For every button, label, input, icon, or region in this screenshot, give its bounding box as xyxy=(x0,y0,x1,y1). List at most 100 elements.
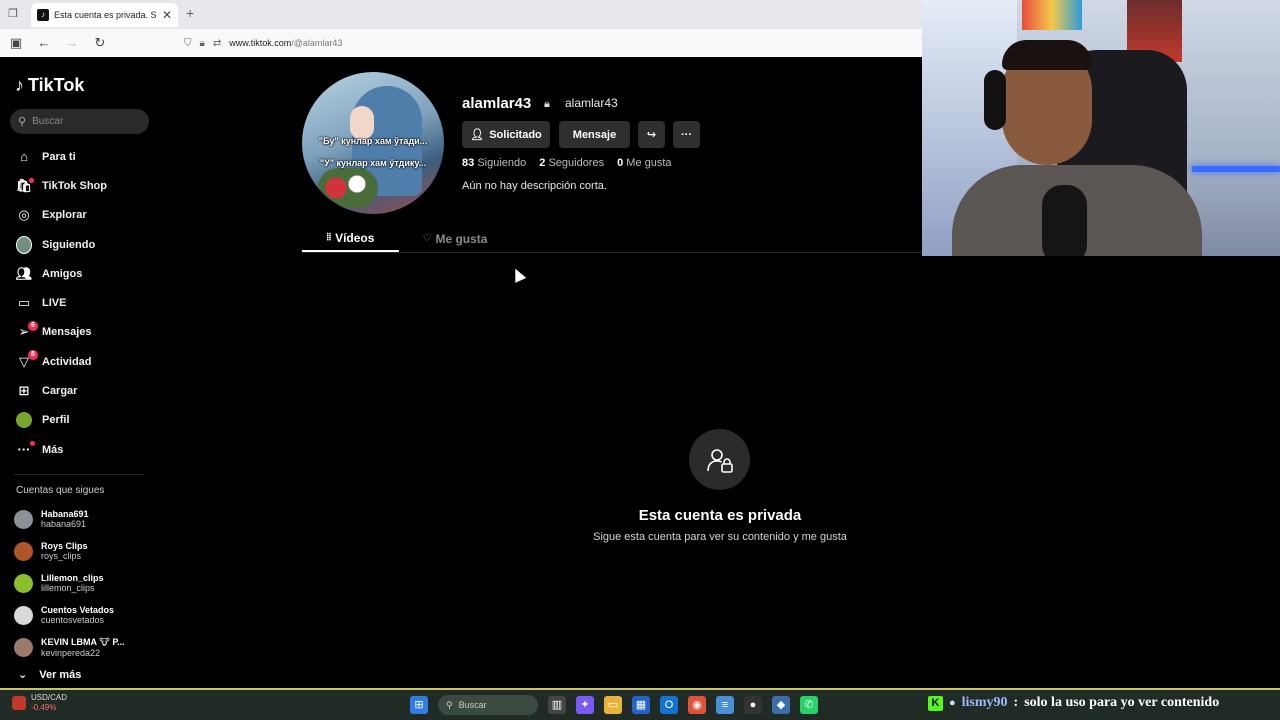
close-icon[interactable]: ✕ xyxy=(162,8,172,22)
file-explorer-icon[interactable]: ▭ xyxy=(604,696,622,714)
user-check-icon: 👤︎ xyxy=(470,129,485,141)
search-input[interactable] xyxy=(32,116,133,127)
sidebar-item-para-ti[interactable]: ⌂ Para ti xyxy=(0,142,160,171)
task-view-icon[interactable]: ▥ xyxy=(548,696,566,714)
url-text[interactable]: www.tiktok.com/@alamlar43 xyxy=(229,38,342,48)
sidebar-item-amigos[interactable]: 👥︎ Amigos xyxy=(0,259,160,288)
requested-label: Solicitado xyxy=(489,128,542,141)
taskbar-search[interactable]: ⚲ Buscar xyxy=(438,695,538,715)
forward-icon[interactable]: → xyxy=(60,31,84,55)
obs-icon[interactable]: ● xyxy=(744,696,762,714)
tab-videos[interactable]: ⦙⦙ Vídeos xyxy=(302,225,399,252)
tiktok-logo[interactable]: ♪ TikTok xyxy=(15,75,84,96)
compass-icon: ◎ xyxy=(18,207,30,223)
messages-badge: 6 xyxy=(28,320,38,331)
permissions-icon[interactable]: ⇄ xyxy=(213,38,221,49)
profile-username: alamlar43 xyxy=(462,95,532,112)
requested-button[interactable]: 👤︎ Solicitado xyxy=(462,121,550,148)
shield-icon[interactable]: ⛉ xyxy=(184,38,192,49)
back-icon[interactable]: ← xyxy=(32,31,56,55)
see-more-button[interactable]: ⌄ Ver más xyxy=(18,668,81,682)
notepad-icon[interactable]: ≡ xyxy=(716,696,734,714)
lock-icon[interactable]: 🔒︎ xyxy=(200,38,205,49)
copilot-icon[interactable]: ✦ xyxy=(576,696,594,714)
logo-text: TikTok xyxy=(28,75,85,95)
following-account[interactable]: Lillemon_clips lillemon_clips xyxy=(14,567,154,599)
profile-avatar[interactable]: "Бу" кунлар хам ўтади... "У" кунлар хам … xyxy=(302,72,444,214)
sidebar-item-label: Mensajes xyxy=(42,326,92,339)
sidebar-item-mas[interactable]: ··· Más xyxy=(0,435,160,464)
taskbar-search-label: Buscar xyxy=(458,700,487,710)
sidebar-item-label: TikTok Shop xyxy=(42,179,107,192)
avatar xyxy=(14,573,33,593)
account-name: Habana691 xyxy=(41,509,89,519)
sidebar-item-label: Más xyxy=(42,443,64,456)
reload-icon[interactable]: ↻ xyxy=(88,31,112,55)
tiktok-note-icon: ♪ xyxy=(15,75,24,95)
heart-lock-icon: ♡ xyxy=(422,233,432,244)
stat-followers[interactable]: 2 Seguidores xyxy=(539,157,604,169)
whatsapp-icon[interactable]: ✆ xyxy=(800,696,818,714)
mouse-cursor xyxy=(509,266,527,283)
sidebar-item-label: Para ti xyxy=(42,150,76,163)
search-box[interactable]: ⚲ xyxy=(10,109,149,134)
chat-username: lismy90 xyxy=(961,695,1008,710)
profile-bio: Aún no hay descripción corta. xyxy=(462,180,607,192)
sidebar-item-live[interactable]: ▭ LIVE xyxy=(0,288,160,317)
sidebar-item-mensajes[interactable]: ➢ 6 Mensajes xyxy=(0,318,160,347)
tab-overview-icon[interactable]: ❐ xyxy=(6,7,20,21)
sidebar-toggle-icon[interactable]: ▣ xyxy=(4,31,28,55)
new-tab-icon[interactable]: + xyxy=(186,5,194,21)
sidebar-item-siguiendo[interactable]: Siguiendo xyxy=(0,230,160,259)
more-options-button[interactable]: ··· xyxy=(673,121,700,148)
firefox-icon[interactable]: ◉ xyxy=(688,696,706,714)
more-icon: ··· xyxy=(681,128,692,141)
profile-tabs: ⦙⦙ Vídeos ♡ Me gusta xyxy=(302,225,922,253)
sidebar-divider xyxy=(14,474,144,475)
store-icon[interactable]: ▦ xyxy=(632,696,650,714)
address-bar[interactable]: ⛉ 🔒︎ ⇄ www.tiktok.com/@alamlar43 xyxy=(178,32,918,54)
following-section-title: Cuentas que sigues xyxy=(16,485,105,496)
sidebar-item-label: Siguiendo xyxy=(42,238,96,251)
stat-following[interactable]: 83 Siguiendo xyxy=(462,157,526,169)
tab-likes[interactable]: ♡ Me gusta xyxy=(412,225,498,252)
browser-tab[interactable]: ♪ Esta cuenta es privada. Sigue e: ✕ xyxy=(31,3,178,27)
stat-likes: 0 Me gusta xyxy=(617,157,672,169)
following-account[interactable]: Roys Clips roys_clips xyxy=(14,535,154,567)
stock-widget[interactable]: USD/CAD -0.49% xyxy=(12,693,67,713)
avatar xyxy=(14,509,33,529)
webcam-overlay xyxy=(922,0,1280,256)
webcam-microphone xyxy=(1042,185,1087,256)
account-handle: lillemon_clips xyxy=(41,583,95,593)
tiktok-sidebar: ♪ TikTok ⚲ ⌂ Para ti 🛍︎ TikTok Shop ◎ Ex… xyxy=(0,57,160,690)
app-icon[interactable]: ◆ xyxy=(772,696,790,714)
webcam-led-strip xyxy=(1192,166,1280,172)
tab-label: Me gusta xyxy=(435,231,488,246)
home-icon: ⌂ xyxy=(20,149,28,165)
tab-title: Esta cuenta es privada. Sigue e: xyxy=(54,10,157,20)
sidebar-item-tiktok-shop[interactable]: 🛍︎ TikTok Shop xyxy=(0,171,160,200)
following-account[interactable]: Habana691 habana691 xyxy=(14,503,154,535)
share-button[interactable]: ↪ xyxy=(638,121,665,148)
sidebar-item-explorar[interactable]: ◎ Explorar xyxy=(0,201,160,230)
avatar-caption: "У" кунлар хам ўтдику... xyxy=(319,158,427,168)
sidebar-item-cargar[interactable]: ⊞ Cargar xyxy=(0,376,160,405)
outlook-icon[interactable]: O xyxy=(660,696,678,714)
search-icon: ⚲ xyxy=(446,699,453,710)
profile-stats: 83 Siguiendo 2 Seguidores 0 Me gusta xyxy=(462,157,672,169)
sidebar-item-actividad[interactable]: ▽ 8 Actividad xyxy=(0,347,160,376)
account-handle: habana691 xyxy=(41,519,87,529)
following-account[interactable]: KEVIN LBMA 🐮 P... kevinpereda22 xyxy=(14,631,154,663)
sidebar-item-label: Explorar xyxy=(42,209,87,222)
windows-start-icon[interactable]: ⊞ xyxy=(410,696,428,714)
chat-text: solo la uso para yo ver contenido xyxy=(1024,695,1220,710)
following-account[interactable]: Cuentos Vetados cuentosvetados xyxy=(14,599,154,631)
webcam-person-hair xyxy=(1002,40,1092,70)
sidebar-item-perfil[interactable]: Perfil xyxy=(0,406,160,435)
activity-badge: 8 xyxy=(28,350,38,361)
message-button[interactable]: Mensaje xyxy=(559,121,630,148)
live-icon: ▭ xyxy=(17,295,31,311)
upload-icon: ⊞ xyxy=(18,383,30,399)
sidebar-item-label: Cargar xyxy=(42,385,78,398)
tab-label: Vídeos xyxy=(335,230,375,245)
